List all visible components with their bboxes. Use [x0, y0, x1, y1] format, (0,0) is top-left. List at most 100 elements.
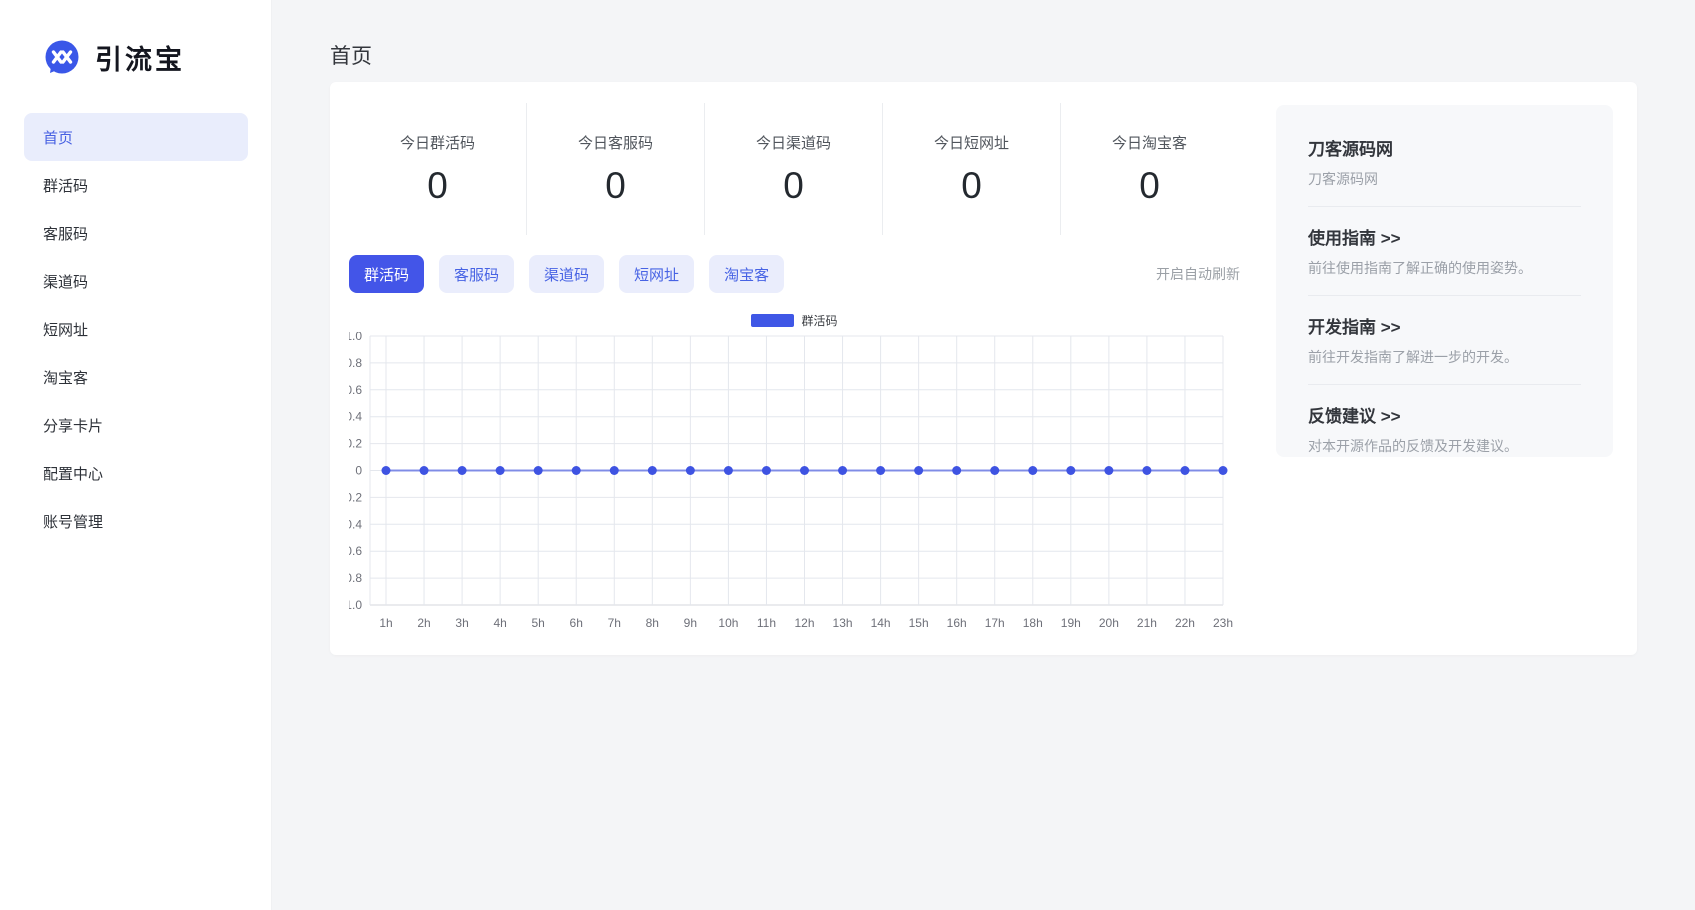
y-tick-label: 0.2 [349, 437, 362, 451]
sidebar-item-group-qr[interactable]: 群活码 [24, 161, 248, 209]
data-point[interactable] [1180, 466, 1189, 475]
sidebar-item-label: 群活码 [43, 175, 88, 196]
x-tick-label: 9h [684, 616, 697, 630]
y-tick-label: -1.0 [349, 598, 362, 612]
stat-value: 0 [605, 165, 626, 207]
stat-label: 今日客服码 [578, 132, 653, 153]
tab-group-qr[interactable]: 群活码 [349, 255, 424, 293]
stat-value: 0 [1139, 165, 1160, 207]
stat-value: 0 [783, 165, 804, 207]
stat-label: 今日群活码 [400, 132, 475, 153]
panel-link-title: 反馈建议 >> [1308, 402, 1581, 427]
x-tick-label: 23h [1213, 616, 1233, 630]
panel-title: 刀客源码网 [1308, 135, 1581, 160]
legend-label: 群活码 [801, 312, 837, 329]
data-point[interactable] [762, 466, 771, 475]
stat-label: 今日短网址 [934, 132, 1009, 153]
tab-service-qr[interactable]: 客服码 [439, 255, 514, 293]
sidebar-item-label: 渠道码 [43, 271, 88, 292]
y-tick-label: -0.6 [349, 544, 362, 558]
panel-link-desc: 前往使用指南了解正确的使用姿势。 [1308, 258, 1581, 278]
x-tick-label: 5h [532, 616, 545, 630]
chart-legend-item[interactable]: 群活码 [349, 310, 1240, 330]
data-point[interactable] [458, 466, 467, 475]
data-point[interactable] [838, 466, 847, 475]
panel-link-usage-guide[interactable]: 使用指南 >> 前往使用指南了解正确的使用姿势。 [1308, 224, 1581, 278]
data-point[interactable] [800, 466, 809, 475]
main-area: 首页 今日群活码0今日客服码0今日渠道码0今日短网址0今日淘宝客0 群活码客服码… [272, 0, 1695, 910]
dashboard-card: 今日群活码0今日客服码0今日渠道码0今日短网址0今日淘宝客0 群活码客服码渠道码… [330, 82, 1637, 655]
sidebar-item-short-url[interactable]: 短网址 [24, 305, 248, 353]
stat-card-service-qr: 今日客服码 0 [526, 103, 704, 235]
x-tick-label: 11h [757, 616, 776, 630]
stat-card-taobao: 今日淘宝客0 [1060, 103, 1238, 235]
y-tick-label: -0.4 [349, 517, 362, 531]
sidebar-item-service-qr[interactable]: 客服码 [24, 209, 248, 257]
x-tick-label: 15h [909, 616, 929, 630]
data-point[interactable] [534, 466, 543, 475]
x-tick-label: 12h [794, 616, 814, 630]
y-tick-label: -0.8 [349, 571, 362, 585]
stat-card-short-url: 今日短网址0 [882, 103, 1060, 235]
app-root: 引流宝 首页群活码客服码渠道码短网址淘宝客分享卡片配置中心账号管理 首页 今日群… [0, 0, 1695, 910]
data-point[interactable] [1028, 466, 1037, 475]
sidebar-menu: 首页群活码客服码渠道码短网址淘宝客分享卡片配置中心账号管理 [0, 113, 272, 545]
data-point[interactable] [382, 466, 391, 475]
x-tick-label: 2h [417, 616, 430, 630]
stat-card-group-qr: 今日群活码 0 [349, 103, 526, 235]
stats-row: 今日群活码0今日客服码0今日渠道码0今日短网址0今日淘宝客0 [349, 103, 1238, 235]
data-point[interactable] [610, 466, 619, 475]
data-point[interactable] [496, 466, 505, 475]
page-title: 首页 [330, 40, 372, 70]
info-panel: 刀客源码网 刀客源码网 使用指南 >>前往使用指南了解正确的使用姿势。开发指南 … [1276, 105, 1613, 457]
sidebar-item-home[interactable]: 首页 [24, 113, 248, 161]
x-tick-label: 8h [646, 616, 659, 630]
data-point[interactable] [952, 466, 961, 475]
panel-link-title: 开发指南 >> [1308, 313, 1581, 338]
x-tick-label: 20h [1099, 616, 1119, 630]
panel-divider [1308, 295, 1581, 296]
sidebar-item-config-center[interactable]: 配置中心 [24, 449, 248, 497]
y-tick-label: 0 [355, 464, 362, 478]
panel-links: 使用指南 >> 前往使用指南了解正确的使用姿势。开发指南 >>前往开发指南了解进一… [1308, 206, 1581, 457]
stat-value: 0 [427, 165, 448, 207]
sidebar-item-label: 配置中心 [43, 463, 103, 484]
data-point[interactable] [686, 466, 695, 475]
sidebar-item-channel-qr[interactable]: 渠道码 [24, 257, 248, 305]
panel-link-feedback[interactable]: 反馈建议 >>对本开源作品的反馈及开发建议。 [1308, 402, 1581, 456]
auto-refresh-toggle[interactable]: 开启自动刷新 [1156, 264, 1240, 284]
y-tick-label: -0.2 [349, 490, 362, 504]
data-point[interactable] [420, 466, 429, 475]
sidebar-item-taobao[interactable]: 淘宝客 [24, 353, 248, 401]
x-tick-label: 17h [985, 616, 1005, 630]
tab-short-url[interactable]: 短网址 [619, 255, 694, 293]
x-tick-label: 3h [455, 616, 468, 630]
sidebar-item-label: 分享卡片 [43, 415, 103, 436]
x-tick-label: 18h [1023, 616, 1043, 630]
tab-taobao[interactable]: 淘宝客 [709, 255, 784, 293]
data-point[interactable] [1104, 466, 1113, 475]
data-point[interactable] [648, 466, 657, 475]
data-point[interactable] [1142, 466, 1151, 475]
data-point[interactable] [1219, 466, 1228, 475]
chart-tabs: 群活码客服码渠道码短网址淘宝客 [349, 255, 784, 293]
data-point[interactable] [724, 466, 733, 475]
x-tick-label: 7h [608, 616, 621, 630]
panel-link-title: 使用指南 >> [1308, 224, 1581, 249]
x-tick-label: 1h [379, 616, 392, 630]
sidebar-item-share-card[interactable]: 分享卡片 [24, 401, 248, 449]
panel-link-dev-guide[interactable]: 开发指南 >>前往开发指南了解进一步的开发。 [1308, 313, 1581, 367]
tab-channel-qr[interactable]: 渠道码 [529, 255, 604, 293]
sidebar-item-label: 淘宝客 [43, 367, 88, 388]
data-point[interactable] [990, 466, 999, 475]
x-tick-label: 21h [1137, 616, 1157, 630]
data-point[interactable] [572, 466, 581, 475]
x-tick-label: 16h [947, 616, 967, 630]
data-point[interactable] [1066, 466, 1075, 475]
data-point[interactable] [914, 466, 923, 475]
stat-card-channel-qr: 今日渠道码0 [704, 103, 882, 235]
sidebar-item-account[interactable]: 账号管理 [24, 497, 248, 545]
panel-divider [1308, 384, 1581, 385]
y-tick-label: 1.0 [349, 332, 362, 343]
data-point[interactable] [876, 466, 885, 475]
